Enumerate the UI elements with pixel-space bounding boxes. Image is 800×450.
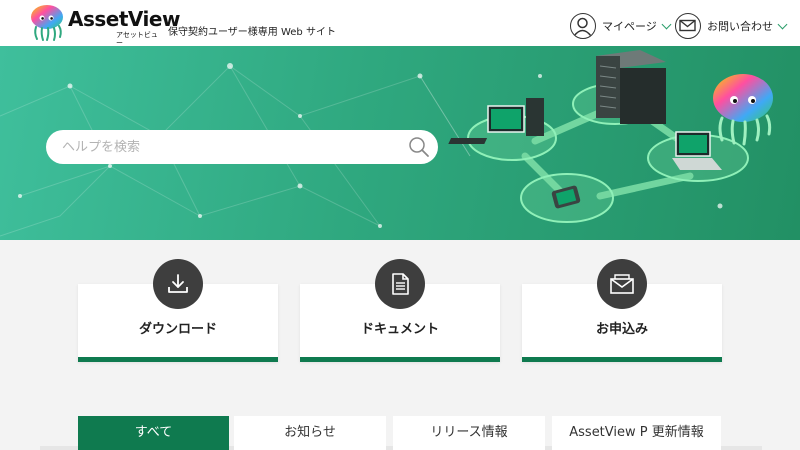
tab-release-info[interactable]: リリース情報: [393, 416, 545, 450]
help-search-box[interactable]: [46, 130, 438, 164]
mail-icon: [675, 13, 701, 39]
hero-banner: [0, 46, 800, 240]
search-input[interactable]: [62, 130, 402, 164]
contact-menu[interactable]: お問い合わせ: [675, 12, 788, 40]
logo-kana: アセットビュー: [116, 31, 158, 47]
download-icon[interactable]: [153, 259, 203, 309]
site-header: AssetView アセットビュー 保守契約ユーザー様専用 Web サイト マイ…: [0, 0, 800, 47]
card-accent-bar: [300, 357, 500, 362]
server-icon: [596, 50, 666, 124]
jellyfish-mascot-icon: [713, 74, 773, 146]
tab-assetview-p-updates[interactable]: AssetView P 更新情報: [552, 416, 721, 450]
logo-wordmark: AssetView: [68, 7, 180, 31]
search-icon[interactable]: [408, 136, 430, 158]
user-icon: [570, 13, 596, 39]
mypage-label: マイページ: [602, 20, 657, 33]
site-caption: 保守契約ユーザー様専用 Web サイト: [168, 27, 336, 38]
card-label: ドキュメント: [360, 322, 439, 337]
card-accent-bar: [522, 357, 722, 362]
card-accent-bar: [78, 357, 278, 362]
contact-label: お問い合わせ: [707, 20, 773, 33]
assetview-logo[interactable]: AssetView アセットビュー: [28, 3, 180, 47]
mypage-menu[interactable]: マイページ: [570, 12, 672, 40]
tab-news[interactable]: お知らせ: [234, 416, 386, 450]
card-label: お申込み: [595, 322, 648, 337]
card-label: ダウンロード: [138, 322, 217, 337]
jellyfish-mascot-icon: [31, 5, 63, 41]
envelope-icon[interactable]: [597, 259, 647, 309]
document-icon[interactable]: [375, 259, 425, 309]
chevron-down-icon: [661, 19, 672, 29]
chevron-down-icon: [777, 19, 788, 29]
tab-all[interactable]: すべて: [78, 416, 229, 450]
